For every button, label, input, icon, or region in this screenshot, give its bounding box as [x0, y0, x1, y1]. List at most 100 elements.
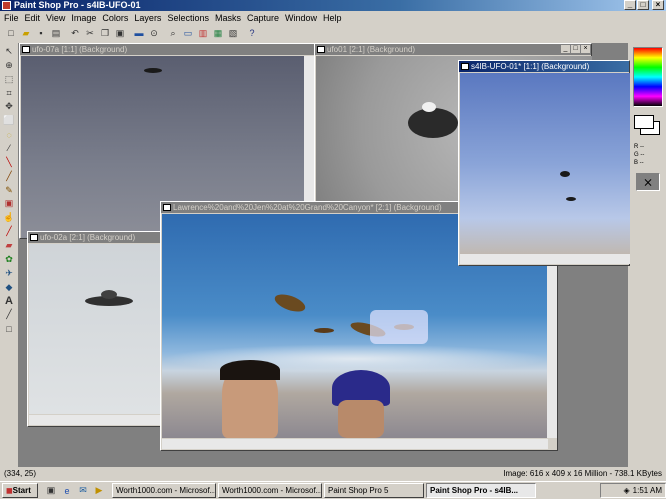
- menu-image[interactable]: Image: [71, 13, 96, 23]
- maximize-button[interactable]: □: [571, 45, 580, 53]
- browse-icon[interactable]: ▬: [132, 26, 146, 40]
- image-window-ufo02a[interactable]: ufo-02a [2:1] (Background): [27, 231, 175, 427]
- toolbar: □ ▰ ▪ ▤ ↶ ✂ ❐ ▣ ▬ ⊙ ⌕ ▭ ▥ ▦ ▧ ?: [0, 25, 666, 41]
- menu-view[interactable]: View: [46, 13, 65, 23]
- palette-icon[interactable]: ▭: [181, 26, 195, 40]
- color-spectrum[interactable]: [633, 47, 663, 107]
- system-tray: ◈ 1:51 AM: [600, 483, 666, 498]
- image-icon: [163, 204, 171, 211]
- color-replacer-icon[interactable]: ▣: [2, 197, 16, 210]
- app-title: Paint Shop Pro - s4IB-UFO-01: [14, 0, 141, 10]
- text-icon[interactable]: A: [2, 294, 16, 307]
- swatch-preview-icon[interactable]: ⨯: [636, 173, 660, 191]
- quick-launch-desktop-icon[interactable]: ▣: [44, 484, 58, 498]
- mover-icon[interactable]: ✥: [2, 100, 16, 113]
- selection-icon[interactable]: ⬜: [2, 114, 16, 127]
- ufo-object: [272, 290, 308, 316]
- shape-icon[interactable]: □: [2, 322, 16, 335]
- menu-file[interactable]: File: [4, 13, 19, 23]
- image-canvas[interactable]: [29, 244, 175, 414]
- arrow-icon[interactable]: ↖: [2, 45, 16, 58]
- draw-icon[interactable]: ╱: [2, 308, 16, 321]
- horizontal-scrollbar[interactable]: [29, 415, 175, 425]
- windows-logo-icon: ◼: [6, 486, 13, 495]
- foreground-color-swatch[interactable]: [634, 115, 654, 129]
- window-titlebar[interactable]: ufo-02a [2:1] (Background): [28, 232, 174, 243]
- cut-icon[interactable]: ✂: [83, 26, 97, 40]
- ufo-object: [566, 197, 576, 201]
- ufo-dome: [422, 102, 436, 112]
- menu-selections[interactable]: Selections: [167, 13, 209, 23]
- histogram-icon[interactable]: ⌕: [166, 26, 180, 40]
- ufo-object: [144, 68, 162, 73]
- new-icon[interactable]: □: [4, 26, 18, 40]
- menu-masks[interactable]: Masks: [215, 13, 241, 23]
- image-window-active[interactable]: s4IB-UFO-01* [1:1] (Background): [458, 60, 630, 266]
- window-title: Lawrence%20and%20Jen%20at%20Grand%20Cany…: [173, 203, 442, 212]
- retouch-icon[interactable]: ☝: [2, 211, 16, 224]
- menubar: File Edit View Image Colors Layers Selec…: [0, 11, 666, 25]
- minimize-button[interactable]: _: [624, 0, 636, 10]
- tool-palette: ↖ ⊕ ⬚ ⌗ ✥ ⬜ ◌ ⁄ ╲ ╱ ✎ ▣ ☝ ╱ ▰ ✿ ✈ ◆ A ╱ …: [1, 45, 17, 335]
- task-item-psp5[interactable]: Paint Shop Pro 5: [324, 483, 424, 498]
- quick-launch-ie-icon[interactable]: e: [60, 484, 74, 498]
- dropper-icon[interactable]: ╲: [2, 156, 16, 169]
- app-icon: [2, 1, 11, 10]
- overview-icon[interactable]: ▥: [196, 26, 210, 40]
- airbrush-icon[interactable]: ✈: [2, 267, 16, 280]
- menu-colors[interactable]: Colors: [102, 13, 128, 23]
- paste-icon[interactable]: ▣: [113, 26, 127, 40]
- menu-edit[interactable]: Edit: [25, 13, 41, 23]
- quick-launch-outlook-icon[interactable]: ✉: [76, 484, 90, 498]
- tray-icon[interactable]: ◈: [623, 484, 629, 497]
- display-icon[interactable]: ▦: [211, 26, 225, 40]
- ufo-object: [314, 328, 334, 333]
- person-right: [338, 400, 384, 438]
- help-icon[interactable]: ?: [245, 26, 259, 40]
- copy-icon[interactable]: ❐: [98, 26, 112, 40]
- image-icon: [22, 46, 30, 53]
- image-canvas[interactable]: [460, 73, 630, 255]
- horizontal-scrollbar[interactable]: [162, 439, 548, 449]
- menu-help[interactable]: Help: [323, 13, 342, 23]
- task-item-browser-1[interactable]: Worth1000.com - Microsof...: [112, 483, 216, 498]
- image-info: Image: 616 x 409 x 16 Million - 738.1 KB…: [503, 469, 662, 478]
- minimize-button[interactable]: _: [561, 45, 570, 53]
- crop-icon[interactable]: ⌗: [2, 87, 16, 100]
- clone-icon[interactable]: ✎: [2, 184, 16, 197]
- undo-icon[interactable]: ↶: [68, 26, 82, 40]
- selection-marquee: [370, 310, 428, 344]
- magic-wand-icon[interactable]: ⁄: [2, 142, 16, 155]
- scratch-remover-icon[interactable]: ╱: [2, 225, 16, 238]
- quick-launch-media-icon[interactable]: ▶: [92, 484, 106, 498]
- window-titlebar[interactable]: ufo01 [2:1] (Background) _ □ ×: [315, 44, 591, 55]
- zoom-tool-icon[interactable]: ⊕: [2, 59, 16, 72]
- save-icon[interactable]: ▪: [34, 26, 48, 40]
- menu-capture[interactable]: Capture: [247, 13, 279, 23]
- menu-layers[interactable]: Layers: [134, 13, 161, 23]
- maximize-button[interactable]: □: [637, 0, 649, 10]
- flood-fill-icon[interactable]: ◆: [2, 281, 16, 294]
- menu-window[interactable]: Window: [285, 13, 317, 23]
- deform-icon[interactable]: ⬚: [2, 73, 16, 86]
- start-button[interactable]: ◼Start: [2, 483, 38, 498]
- horizontal-scrollbar[interactable]: [460, 254, 630, 264]
- ufo-object: [408, 108, 458, 138]
- print-icon[interactable]: ▤: [49, 26, 63, 40]
- zoom-icon[interactable]: ⊙: [147, 26, 161, 40]
- close-button[interactable]: ×: [581, 45, 590, 53]
- picture-tube-icon[interactable]: ✿: [2, 253, 16, 266]
- close-button[interactable]: ×: [652, 0, 664, 10]
- color-palette: R -- G -- B -- ⨯: [630, 43, 666, 467]
- open-icon[interactable]: ▰: [19, 26, 33, 40]
- window-titlebar[interactable]: ufo-07a [1:1] (Background): [20, 44, 314, 55]
- task-item-psp-active[interactable]: Paint Shop Pro - s4IB...: [426, 483, 536, 498]
- task-item-browser-2[interactable]: Worth1000.com - Microsof...: [218, 483, 322, 498]
- layer-icon[interactable]: ▧: [226, 26, 240, 40]
- paintbrush-icon[interactable]: ╱: [2, 170, 16, 183]
- freehand-icon[interactable]: ◌: [2, 128, 16, 141]
- image-icon: [30, 234, 38, 241]
- window-titlebar[interactable]: s4IB-UFO-01* [1:1] (Background): [459, 61, 629, 72]
- app-titlebar: Paint Shop Pro - s4IB-UFO-01 _ □ ×: [0, 0, 666, 11]
- eraser-icon[interactable]: ▰: [2, 239, 16, 252]
